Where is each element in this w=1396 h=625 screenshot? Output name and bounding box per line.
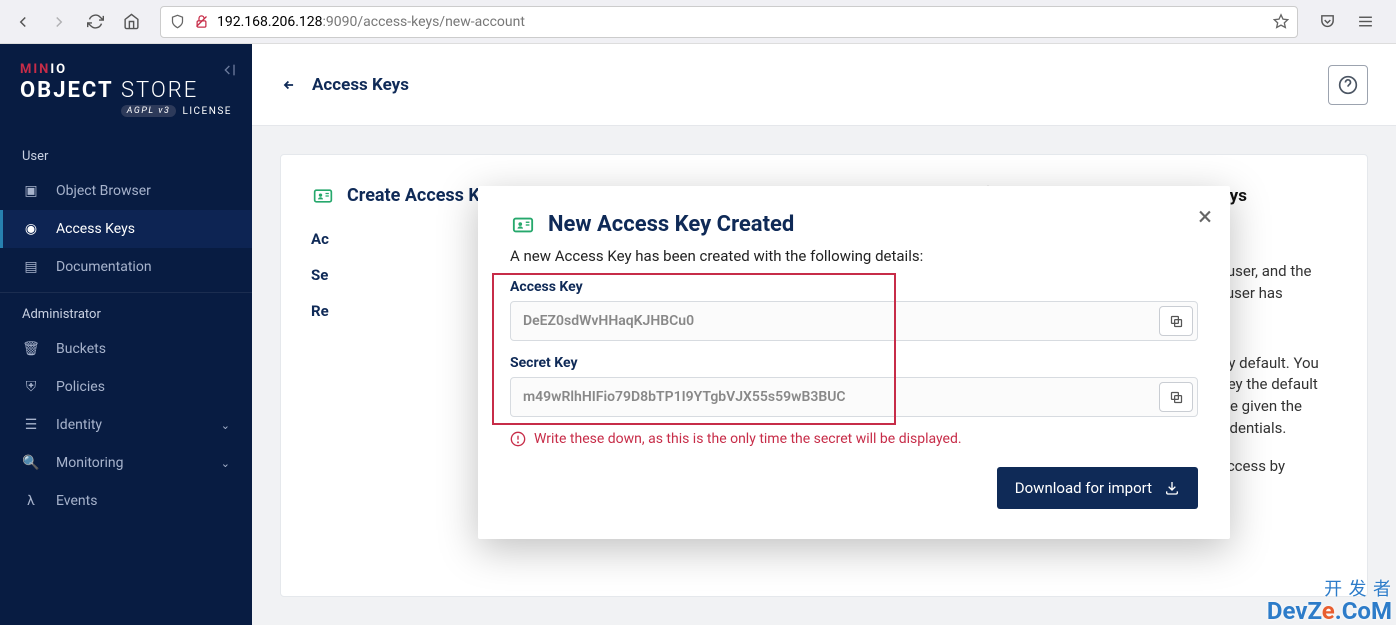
modal-new-access-key: × New Access Key Created A new Access Ke… (478, 186, 1230, 539)
identity-icon: ☰ (22, 417, 40, 433)
access-key-value[interactable]: DeEZ0sdWvHHaqKJHBCu0 (511, 303, 1155, 339)
id-card-icon (311, 186, 335, 206)
url-bar[interactable]: 192.168.206.128:9090/access-keys/new-acc… (160, 6, 1298, 38)
sidebar-item-documentation[interactable]: ▤Documentation (0, 248, 252, 286)
browser-icon: ▣ (22, 183, 40, 199)
copy-icon (1169, 314, 1184, 329)
page-title: Access Keys (312, 75, 409, 95)
home-button[interactable] (116, 7, 146, 37)
pocket-icon[interactable] (1312, 7, 1342, 37)
modal-title: New Access Key Created (510, 212, 1198, 237)
monitoring-icon: 🔍 (22, 455, 40, 471)
warning-row: Write these down, as this is the only ti… (510, 431, 1198, 447)
bookmark-star-icon[interactable] (1273, 14, 1289, 30)
collapse-sidebar-icon[interactable] (222, 62, 238, 78)
back-arrow-icon (280, 78, 298, 92)
forward-button[interactable] (44, 7, 74, 37)
shield-icon (169, 14, 185, 30)
secret-key-field: Secret Key m49wRlhHIFio79D8bTP1I9YTgbVJX… (510, 355, 1198, 417)
bucket-icon: 🗑 (22, 341, 40, 357)
access-key-label: Access Key (510, 279, 1198, 295)
insecure-lock-icon (193, 14, 209, 30)
url-text: 192.168.206.128:9090/access-keys/new-acc… (217, 14, 1265, 30)
help-button[interactable] (1328, 65, 1368, 105)
browser-toolbar: 192.168.206.128:9090/access-keys/new-acc… (0, 0, 1396, 44)
secret-key-label: Secret Key (510, 355, 1198, 371)
chevron-down-icon: ⌄ (221, 419, 230, 432)
hamburger-menu-icon[interactable] (1350, 7, 1380, 37)
secret-key-value[interactable]: m49wRlhHIFio79D8bTP1I9YTgbVJX55s59wB3BUC (511, 379, 1155, 415)
sidebar-section-admin: Administrator (0, 292, 252, 330)
sidebar-item-monitoring[interactable]: 🔍Monitoring⌄ (0, 444, 252, 482)
reload-button[interactable] (80, 7, 110, 37)
events-icon: λ (22, 493, 40, 509)
content: Access Keys Create Access Key Ac Se Re (252, 44, 1396, 625)
copy-access-key-button[interactable] (1159, 306, 1193, 336)
sidebar-item-events[interactable]: λEvents (0, 482, 252, 520)
sidebar: MINIO OBJECT STORE AGPL v3LICENSE User ▣… (0, 44, 252, 625)
back-button[interactable] (8, 7, 38, 37)
sidebar-item-object-browser[interactable]: ▣Object Browser (0, 172, 252, 210)
sidebar-item-buckets[interactable]: 🗑Buckets (0, 330, 252, 368)
copy-icon (1169, 390, 1184, 405)
sidebar-item-policies[interactable]: ⛨Policies (0, 368, 252, 406)
key-icon: ◉ (22, 221, 40, 237)
download-for-import-button[interactable]: Download for import (997, 467, 1198, 509)
sidebar-section-user: User (0, 135, 252, 172)
alert-circle-icon (510, 431, 526, 447)
close-icon: × (1198, 202, 1212, 232)
id-card-icon (510, 214, 536, 236)
copy-secret-key-button[interactable] (1159, 382, 1193, 412)
modal-subtitle: A new Access Key has been created with t… (510, 247, 1198, 265)
policy-icon: ⛨ (22, 379, 40, 395)
logo: MINIO OBJECT STORE AGPL v3LICENSE (0, 44, 252, 129)
sidebar-item-identity[interactable]: ☰Identity⌄ (0, 406, 252, 444)
sidebar-item-access-keys[interactable]: ◉Access Keys (0, 210, 252, 248)
download-icon (1164, 480, 1180, 496)
breadcrumb[interactable]: Access Keys (280, 75, 409, 95)
access-key-field: Access Key DeEZ0sdWvHHaqKJHBCu0 (510, 279, 1198, 341)
chevron-down-icon: ⌄ (221, 457, 230, 470)
close-button[interactable]: × (1198, 202, 1212, 232)
topbar: Access Keys (252, 44, 1396, 126)
doc-icon: ▤ (22, 259, 40, 275)
